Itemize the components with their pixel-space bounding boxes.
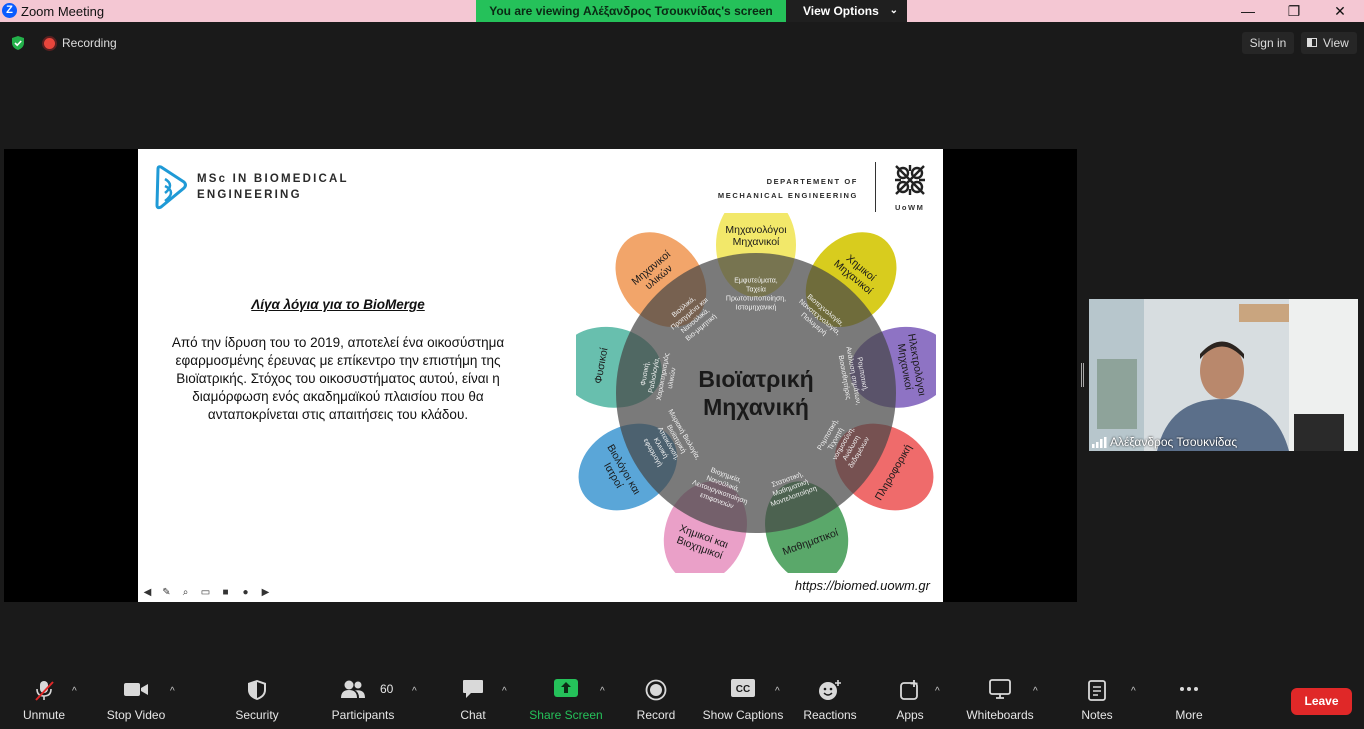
recording-indicator-icon bbox=[44, 38, 55, 49]
whiteboards-button[interactable]: Whiteboards bbox=[966, 679, 1034, 727]
participant-video-tile[interactable] bbox=[1089, 299, 1358, 451]
participant-name-label: Αλέξανδρος Τσουκνίδας bbox=[1110, 435, 1238, 449]
unmute-button[interactable]: Unmute bbox=[14, 679, 74, 727]
signal-strength-icon bbox=[1092, 437, 1107, 448]
record-icon bbox=[645, 679, 667, 701]
apps-icon bbox=[900, 680, 918, 700]
close-window-button[interactable]: ✕ bbox=[1317, 0, 1363, 22]
apps-options-chevron-icon[interactable]: ^ bbox=[935, 686, 940, 697]
share-options-chevron-icon[interactable]: ^ bbox=[600, 686, 605, 697]
view-options-button[interactable]: View Options ⌄ bbox=[786, 0, 907, 22]
petal-discipline-label: Μηχανικοί bbox=[733, 236, 780, 248]
window-title-bar: Z Zoom Meeting You are viewing Αλέξανδρο… bbox=[0, 0, 1364, 22]
participant-video-feed bbox=[1089, 299, 1358, 451]
university-label: UoWM bbox=[895, 203, 925, 212]
program-title-line1: MSc IN BIOMEDICAL bbox=[197, 173, 349, 185]
window-title: Zoom Meeting bbox=[21, 4, 105, 19]
sign-in-button[interactable]: Sign in bbox=[1242, 32, 1294, 54]
department-line1: DEPARTEMENT OF bbox=[766, 177, 858, 186]
more-button[interactable]: More bbox=[1159, 679, 1219, 727]
show-captions-button[interactable]: CC Show Captions bbox=[703, 679, 783, 727]
stop-video-label: Stop Video bbox=[106, 708, 166, 722]
petal-topic-label: Εμφυτεύματα, bbox=[734, 277, 778, 285]
next-slide-icon[interactable]: ▶ bbox=[259, 586, 272, 599]
recording-label[interactable]: Recording bbox=[62, 36, 117, 50]
security-button[interactable]: Security bbox=[227, 679, 287, 727]
zoom-logo-icon: Z bbox=[2, 3, 17, 18]
petal-topic-label: Ιστομηχανική bbox=[736, 305, 777, 312]
chat-options-chevron-icon[interactable]: ^ bbox=[502, 686, 507, 697]
center-label-line2: Μηχανική bbox=[703, 394, 809, 420]
notes-button[interactable]: Notes bbox=[1067, 679, 1127, 727]
video-options-chevron-icon[interactable]: ^ bbox=[170, 686, 175, 697]
department-line2: MECHANICAL ENGINEERING bbox=[717, 191, 858, 200]
security-label: Security bbox=[235, 708, 279, 722]
view-layout-button[interactable]: View bbox=[1301, 32, 1357, 54]
notes-icon bbox=[1088, 680, 1106, 701]
about-paragraph: Από την ίδρυση του το 2019, αποτελεί ένα… bbox=[171, 335, 505, 422]
petal-topic-label: Ταχεία bbox=[746, 286, 766, 294]
notes-options-chevron-icon[interactable]: ^ bbox=[1131, 686, 1136, 697]
restore-button[interactable]: ❐ bbox=[1271, 0, 1317, 22]
whiteboard-icon bbox=[989, 679, 1011, 699]
more-dots-icon bbox=[1180, 687, 1198, 691]
security-shield-icon bbox=[248, 680, 266, 700]
layout-icon bbox=[1307, 38, 1317, 47]
chat-bubble-icon bbox=[463, 680, 483, 698]
pen-icon[interactable]: ✎ bbox=[160, 586, 173, 599]
leave-meeting-button[interactable]: Leave bbox=[1291, 688, 1352, 715]
subtitles-icon[interactable]: ▭ bbox=[199, 586, 212, 599]
more-options-icon[interactable]: ● bbox=[239, 586, 252, 599]
closed-captions-icon: CC bbox=[731, 679, 755, 697]
center-label-line1: Βιοϊατρική bbox=[698, 366, 813, 392]
minimize-button[interactable]: — bbox=[1225, 0, 1271, 22]
reactions-smiley-icon bbox=[819, 680, 841, 700]
zoom-magnifier-icon[interactable]: ⌕ bbox=[179, 586, 192, 599]
stop-video-button[interactable]: Stop Video bbox=[106, 679, 166, 727]
msc-play-logo-icon bbox=[155, 165, 187, 210]
meeting-toolbar: Unmute ^ Stop Video ^ Security 60 Partic… bbox=[0, 672, 1364, 729]
cc-icon-text: CC bbox=[736, 684, 750, 695]
participants-button[interactable]: 60 Participants bbox=[332, 679, 394, 727]
website-url: https://biomed.uowm.gr bbox=[794, 578, 930, 593]
whiteboards-options-chevron-icon[interactable]: ^ bbox=[1033, 686, 1038, 697]
view-options-label: View Options bbox=[803, 4, 879, 18]
encryption-shield-icon[interactable] bbox=[11, 36, 25, 50]
audio-options-chevron-icon[interactable]: ^ bbox=[72, 686, 77, 697]
petal-topic-label: Πρωτοτυποποίηση, bbox=[726, 295, 786, 303]
about-heading: Λίγα λόγια για το BioMerge bbox=[251, 297, 425, 312]
petal-discipline-label: Μηχανολόγοι bbox=[725, 224, 787, 236]
header-divider bbox=[875, 162, 876, 212]
participants-options-chevron-icon[interactable]: ^ bbox=[412, 686, 417, 697]
program-title-line2: ENGINEERING bbox=[197, 189, 302, 201]
captions-options-chevron-icon[interactable]: ^ bbox=[775, 686, 780, 697]
participants-icon bbox=[341, 680, 365, 698]
share-screen-arrow-icon bbox=[554, 679, 578, 697]
presentation-slide: MSc IN BIOMEDICAL ENGINEERING DEPARTEMEN… bbox=[138, 149, 943, 602]
previous-slide-icon[interactable]: ◀ bbox=[141, 586, 154, 599]
chevron-down-icon: ⌄ bbox=[889, 5, 898, 16]
view-label: View bbox=[1323, 36, 1349, 50]
apps-button[interactable]: Apps bbox=[880, 679, 940, 727]
video-camera-icon bbox=[124, 683, 148, 696]
panel-resize-handle[interactable] bbox=[1081, 363, 1084, 387]
chat-button[interactable]: Chat bbox=[443, 679, 503, 727]
share-screen-button[interactable]: Share Screen bbox=[529, 679, 603, 727]
uowm-knot-logo-icon bbox=[895, 165, 925, 195]
record-button[interactable]: Record bbox=[626, 679, 686, 727]
viewing-screen-banner: You are viewing Αλέξανδρος Τσουκνίδας's … bbox=[476, 0, 786, 22]
participants-label: Participants bbox=[331, 708, 395, 722]
participants-count: 60 bbox=[380, 682, 394, 696]
department-title: DEPARTEMENT OF MECHANICAL ENGINEERING bbox=[718, 175, 858, 203]
biomedical-petal-diagram: ΜηχανολόγοιΜηχανικοίΧημικοίΜηχανικοίΗλεκ… bbox=[576, 213, 936, 573]
camera-icon[interactable]: ■ bbox=[219, 586, 232, 599]
more-label: More bbox=[1175, 708, 1203, 722]
program-title: MSc IN BIOMEDICAL ENGINEERING bbox=[197, 171, 349, 203]
muted-microphone-icon bbox=[35, 681, 54, 701]
